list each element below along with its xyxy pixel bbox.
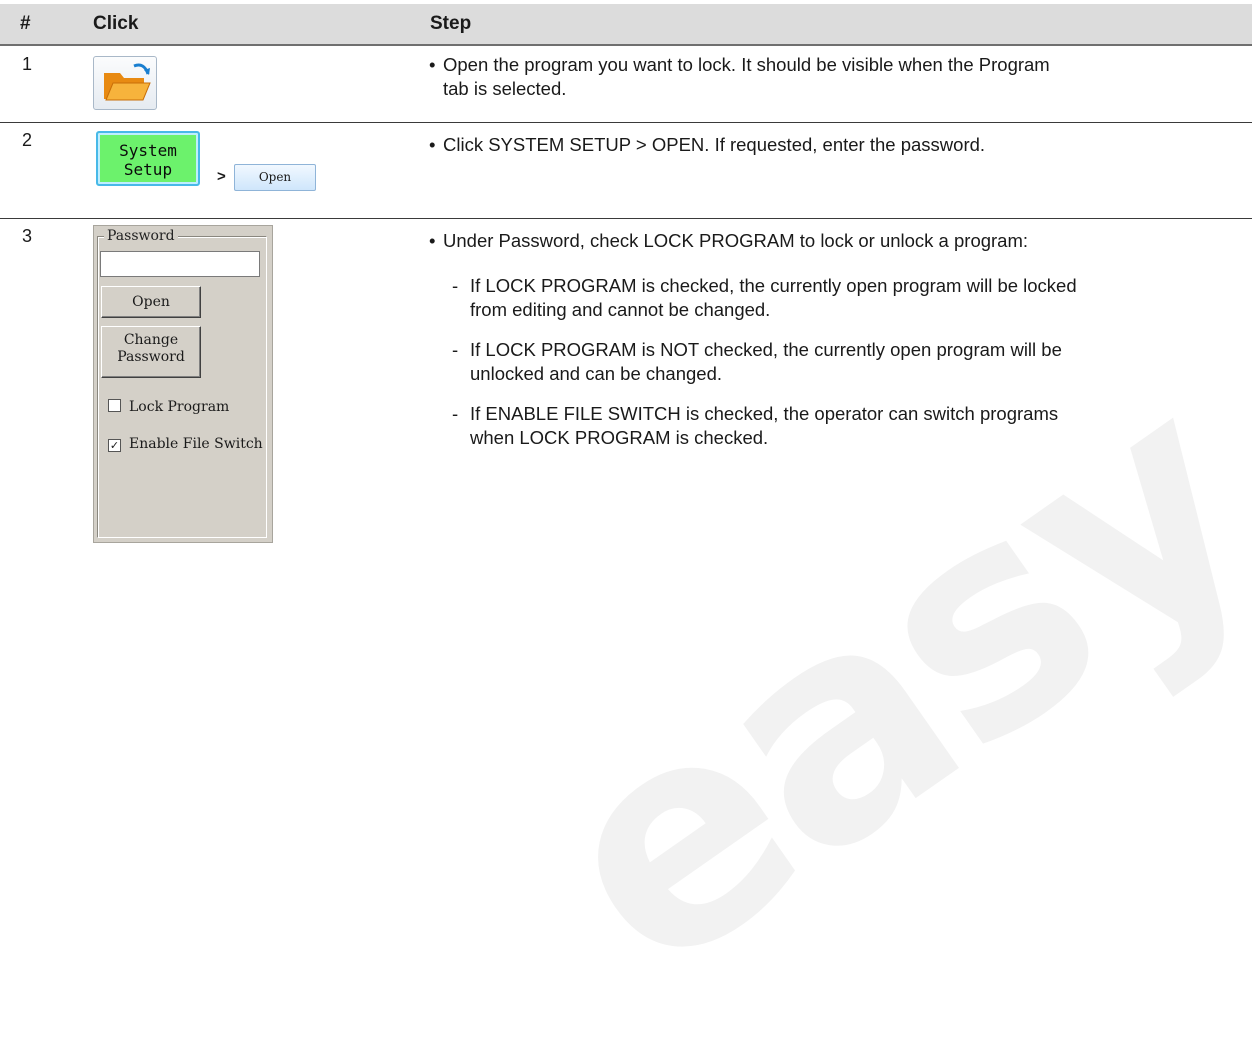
enable-file-switch-checkbox[interactable]: ✓ Enable File Switch: [108, 436, 263, 452]
system-setup-line2: Setup: [123, 160, 173, 179]
checkmark-icon: ✓: [108, 439, 121, 452]
open-folder-icon[interactable]: [93, 56, 157, 110]
sub-step: - If LOCK PROGRAM is checked, the current…: [452, 275, 1077, 320]
header-click: Click: [93, 13, 139, 34]
password-input[interactable]: [100, 251, 260, 277]
open-button[interactable]: Open: [234, 164, 316, 191]
password-group: Password Open Change Password Lock Progr…: [97, 228, 267, 538]
password-panel: Password Open Change Password Lock Progr…: [93, 225, 273, 543]
step-text: • Open the program you want to lock. It s…: [429, 54, 1050, 99]
system-setup-button[interactable]: System Setup: [96, 131, 200, 186]
step-text: • Click SYSTEM SETUP > OPEN. If requested…: [429, 134, 986, 155]
open-password-button[interactable]: Open: [101, 286, 201, 318]
table-header: # Click Step: [0, 4, 1252, 46]
chevron-right-icon: >: [217, 168, 226, 185]
header-step: Step: [430, 13, 472, 34]
row-number: 1: [22, 54, 33, 74]
row-number: 2: [22, 130, 33, 150]
checkbox-unchecked-icon: [108, 399, 121, 412]
sub-step: - If ENABLE FILE SWITCH is checked, the o…: [452, 403, 1059, 448]
header-num: #: [20, 13, 31, 34]
password-legend: Password: [104, 228, 178, 244]
table-row: 2 System Setup > Open • Click SYSTEM SETU…: [0, 122, 1252, 219]
row-number: 3: [22, 226, 33, 246]
change-password-button[interactable]: Change Password: [101, 326, 201, 378]
system-setup-line1: System: [119, 141, 177, 160]
lock-program-checkbox[interactable]: Lock Program: [108, 399, 229, 415]
table-row: 1 • Open the program you want to lock. It…: [0, 46, 1252, 123]
table-row: 3 Password Open Change Password Lock Pro…: [0, 218, 1252, 552]
sub-step: - If LOCK PROGRAM is NOT checked, the cur…: [452, 339, 1062, 384]
step-text: • Under Password, check LOCK PROGRAM to l…: [429, 230, 1029, 251]
